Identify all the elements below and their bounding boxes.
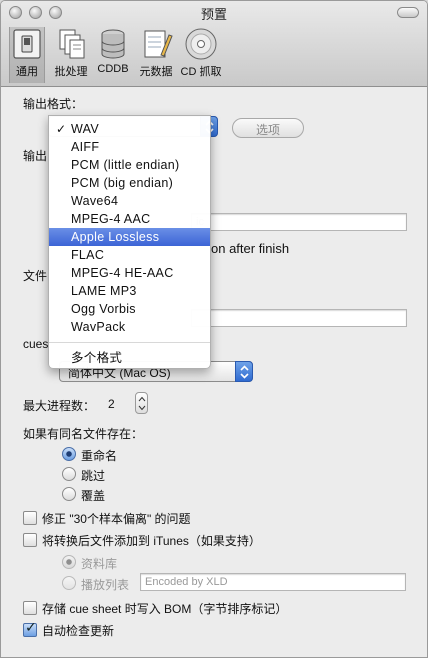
output-format-label: 输出格式： bbox=[23, 97, 84, 111]
format-menu-item[interactable]: ✓ WAV bbox=[49, 120, 210, 138]
format-menu-item[interactable]: PCM (little endian) bbox=[49, 156, 210, 174]
toolbar-toggle-button[interactable] bbox=[397, 7, 419, 18]
toolbar-general-label: 通用 bbox=[16, 66, 38, 78]
add-itunes-label: 将转换后文件添加到 iTunes（如果支持） bbox=[42, 534, 261, 548]
format-menu-item[interactable]: PCM (big endian) bbox=[49, 174, 210, 192]
open-after-finish-label: on after finish bbox=[211, 241, 290, 256]
titlebar-toolbar: 预置 通用 批处理 CDDB 元数据 CD 抓取 bbox=[1, 1, 427, 87]
toolbar-general[interactable]: 通用 bbox=[9, 27, 45, 83]
max-threads-value: 2 bbox=[108, 397, 115, 411]
format-menu-item-label: Ogg Vorbis bbox=[71, 302, 136, 316]
bom-label: 存储 cue sheet 时写入 BOM（字节排序标记） bbox=[42, 602, 288, 616]
format-menu-item[interactable]: MPEG-4 HE-AAC bbox=[49, 264, 210, 282]
fix-offset-label: 修正 "30个样本偏离" 的问题 bbox=[42, 512, 191, 526]
format-menu-item[interactable]: Apple Lossless bbox=[49, 228, 210, 246]
bom-checkbox[interactable] bbox=[23, 601, 37, 615]
format-menu-item-label: LAME MP3 bbox=[71, 284, 137, 298]
format-menu-item[interactable]: Wave64 bbox=[49, 192, 210, 210]
popup-arrows-icon bbox=[235, 361, 253, 382]
fix-offset-checkbox[interactable] bbox=[23, 511, 37, 525]
format-menu-item[interactable]: LAME MP3 bbox=[49, 282, 210, 300]
radio-overwrite-label: 覆盖 bbox=[81, 489, 106, 503]
options-button[interactable]: 选项 bbox=[232, 118, 304, 138]
notepad-pencil-icon bbox=[144, 30, 173, 58]
format-menu-item[interactable]: Ogg Vorbis bbox=[49, 300, 210, 318]
database-icon bbox=[101, 29, 125, 59]
toolbar-cddb[interactable]: CDDB bbox=[94, 27, 132, 83]
checkmark-icon: ✓ bbox=[56, 122, 67, 136]
menu-separator bbox=[49, 342, 210, 343]
format-menu-item-label: WavPack bbox=[71, 320, 126, 334]
format-menu-item-label: FLAC bbox=[71, 248, 105, 262]
toolbar-metadata-label: 元数据 bbox=[139, 66, 173, 78]
same-name-label: 如果有同名文件存在： bbox=[23, 427, 144, 441]
output-format-menu: ✓ WAV AIFF PCM (little endian) PCM (big endi… bbox=[48, 115, 211, 369]
auto-update-checkbox[interactable] bbox=[23, 620, 37, 637]
radio-overwrite[interactable] bbox=[62, 487, 76, 501]
format-menu-item[interactable]: MPEG-4 AAC bbox=[49, 210, 210, 228]
itunes-playlist-label: 播放列表 bbox=[81, 578, 130, 592]
format-menu-item-multi[interactable]: 多个格式 bbox=[49, 349, 210, 367]
format-menu-item-label: PCM (little endian) bbox=[71, 158, 180, 172]
toolbar-batch[interactable]: 批处理 bbox=[51, 27, 91, 83]
format-menu-item-label: PCM (big endian) bbox=[71, 176, 174, 190]
format-menu-item[interactable]: FLAC bbox=[49, 246, 210, 264]
preferences-window: 预置 通用 批处理 CDDB 元数据 CD 抓取 输出格式： 选项 输出 on … bbox=[0, 0, 428, 658]
format-menu-item-label: AIFF bbox=[71, 140, 100, 154]
max-threads-stepper[interactable] bbox=[135, 392, 148, 414]
format-menu-item-label: Apple Lossless bbox=[71, 230, 160, 244]
toolbar-cddb-label: CDDB bbox=[97, 63, 129, 75]
itunes-library-label: 资料库 bbox=[81, 557, 118, 571]
output-dir-field[interactable]: ic bbox=[191, 213, 407, 231]
format-menu-item[interactable]: WavPack bbox=[49, 318, 210, 336]
auto-update-label: 自动检查更新 bbox=[42, 624, 115, 638]
playlist-name-field[interactable]: Encoded by XLD bbox=[140, 573, 406, 591]
cd-icon bbox=[185, 28, 217, 60]
toolbar-cdrip-label: CD 抓取 bbox=[180, 66, 222, 78]
documents-icon bbox=[59, 29, 85, 59]
cue-label: cues bbox=[23, 337, 49, 351]
format-menu-item[interactable]: AIFF bbox=[49, 138, 210, 156]
format-menu-item-label: Wave64 bbox=[71, 194, 119, 208]
playlist-name-value: Encoded by XLD bbox=[145, 576, 228, 588]
radio-itunes-library[interactable] bbox=[62, 555, 76, 569]
stepper-arrows-icon bbox=[138, 396, 146, 411]
radio-skip-label: 跳过 bbox=[81, 469, 106, 483]
switch-icon bbox=[13, 29, 41, 59]
toolbar-cdrip[interactable]: CD 抓取 bbox=[179, 27, 223, 83]
radio-rename-label: 重命名 bbox=[81, 449, 118, 463]
radio-skip[interactable] bbox=[62, 467, 76, 481]
add-itunes-checkbox[interactable] bbox=[23, 533, 37, 547]
output-dir-label: 输出 bbox=[23, 149, 48, 163]
filename-field[interactable] bbox=[191, 309, 407, 327]
max-threads-label: 最大进程数： bbox=[23, 399, 96, 413]
toolbar-batch-label: 批处理 bbox=[54, 66, 88, 78]
filename-label: 文件 bbox=[23, 269, 48, 283]
format-menu-item-label: MPEG-4 HE-AAC bbox=[71, 266, 174, 280]
radio-itunes-playlist[interactable] bbox=[62, 576, 76, 590]
toolbar-metadata[interactable]: 元数据 bbox=[136, 27, 176, 83]
format-menu-item-label: WAV bbox=[71, 122, 99, 136]
radio-rename[interactable] bbox=[62, 447, 76, 461]
format-menu-item-label: MPEG-4 AAC bbox=[71, 212, 151, 226]
window-title: 预置 bbox=[200, 7, 227, 22]
